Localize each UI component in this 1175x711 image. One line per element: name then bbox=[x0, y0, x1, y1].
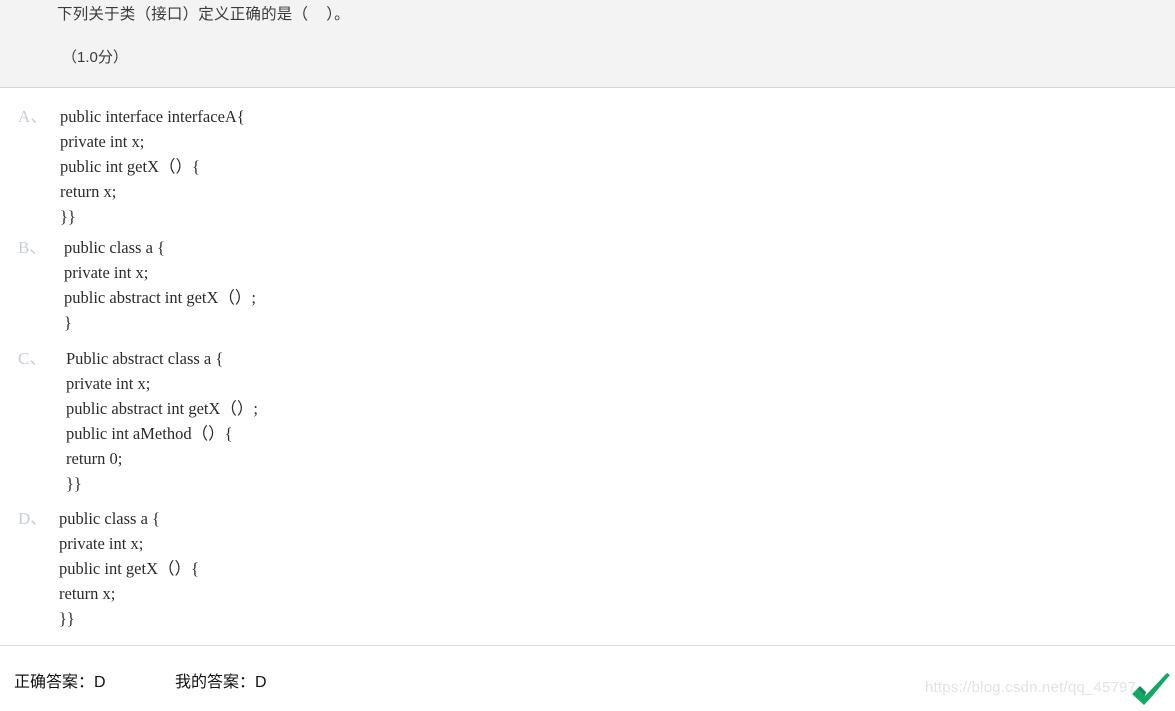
option-code-b: public class a { private int x; public abs… bbox=[64, 235, 256, 335]
question-stem-text: 下列关于类（接口）定义正确的是（ ）。 bbox=[57, 6, 350, 23]
option-code-line: }} bbox=[66, 474, 82, 493]
option-code-a: public interface interfaceA{ private int … bbox=[60, 104, 245, 229]
option-code-c: Public abstract class a { private int x; p… bbox=[66, 346, 258, 496]
option-code-line: private int x; bbox=[60, 132, 145, 151]
option-row-a[interactable]: A、 public interface interfaceA{ private i… bbox=[0, 104, 1175, 229]
option-code-line: public class a { bbox=[64, 238, 165, 257]
correct-answer-label: 正确答案： bbox=[14, 674, 95, 691]
question-header: 下列关于类（接口）定义正确的是（ ）。 （1.0分） bbox=[0, 0, 1175, 88]
correct-answer: 正确答案：D bbox=[14, 672, 106, 694]
option-code-line: } bbox=[64, 313, 72, 332]
option-row-d[interactable]: D、 public class a {private int x; public … bbox=[0, 506, 1175, 631]
option-row-b[interactable]: B、 public class a {private int x; public … bbox=[0, 235, 1175, 335]
correct-answer-value: D bbox=[94, 674, 106, 691]
option-letter-d: D、 bbox=[18, 509, 48, 528]
option-code-d: public class a { private int x; public int… bbox=[59, 506, 199, 631]
option-code-line: public int aMethod（）{ bbox=[66, 424, 233, 443]
option-code-line: public interface interfaceA{ bbox=[60, 107, 245, 126]
my-answer-label: 我的答案： bbox=[175, 674, 256, 691]
option-code-line: return x; bbox=[59, 584, 116, 603]
my-answer-value: D bbox=[255, 674, 267, 691]
option-code-line: Public abstract class a { bbox=[66, 349, 224, 368]
watermark-url: https://blog.csdn.net/qq_45797 bbox=[925, 679, 1137, 696]
option-code-line: public class a { bbox=[59, 509, 160, 528]
option-code-line: private int x; bbox=[64, 263, 149, 282]
option-code-line: return x; bbox=[60, 182, 117, 201]
option-letter-c: C、 bbox=[18, 349, 47, 368]
option-code-line: public int getX（）{ bbox=[60, 157, 200, 176]
csdn-logo bbox=[1131, 672, 1171, 706]
option-code-line: }} bbox=[60, 207, 76, 226]
answer-bar: 正确答案：D 我的答案：D bbox=[0, 646, 1175, 708]
option-letter-b: B、 bbox=[18, 238, 47, 257]
option-code-line: public int getX（）{ bbox=[59, 559, 199, 578]
option-code-line: return 0; bbox=[66, 449, 123, 468]
option-code-line: public abstract int getX（）; bbox=[64, 288, 256, 307]
option-code-line: private int x; bbox=[66, 374, 151, 393]
option-letter-a: A、 bbox=[18, 107, 48, 126]
option-row-c[interactable]: C、 Public abstract class a { private int … bbox=[0, 346, 1175, 496]
question-score-label: （1.0分） bbox=[62, 49, 128, 66]
option-code-line: }} bbox=[59, 609, 75, 628]
options-list: A、 public interface interfaceA{ private i… bbox=[0, 88, 1175, 645]
option-code-line: private int x; bbox=[59, 534, 144, 553]
option-code-line: public abstract int getX（）; bbox=[66, 399, 258, 418]
my-answer: 我的答案：D bbox=[175, 672, 267, 694]
